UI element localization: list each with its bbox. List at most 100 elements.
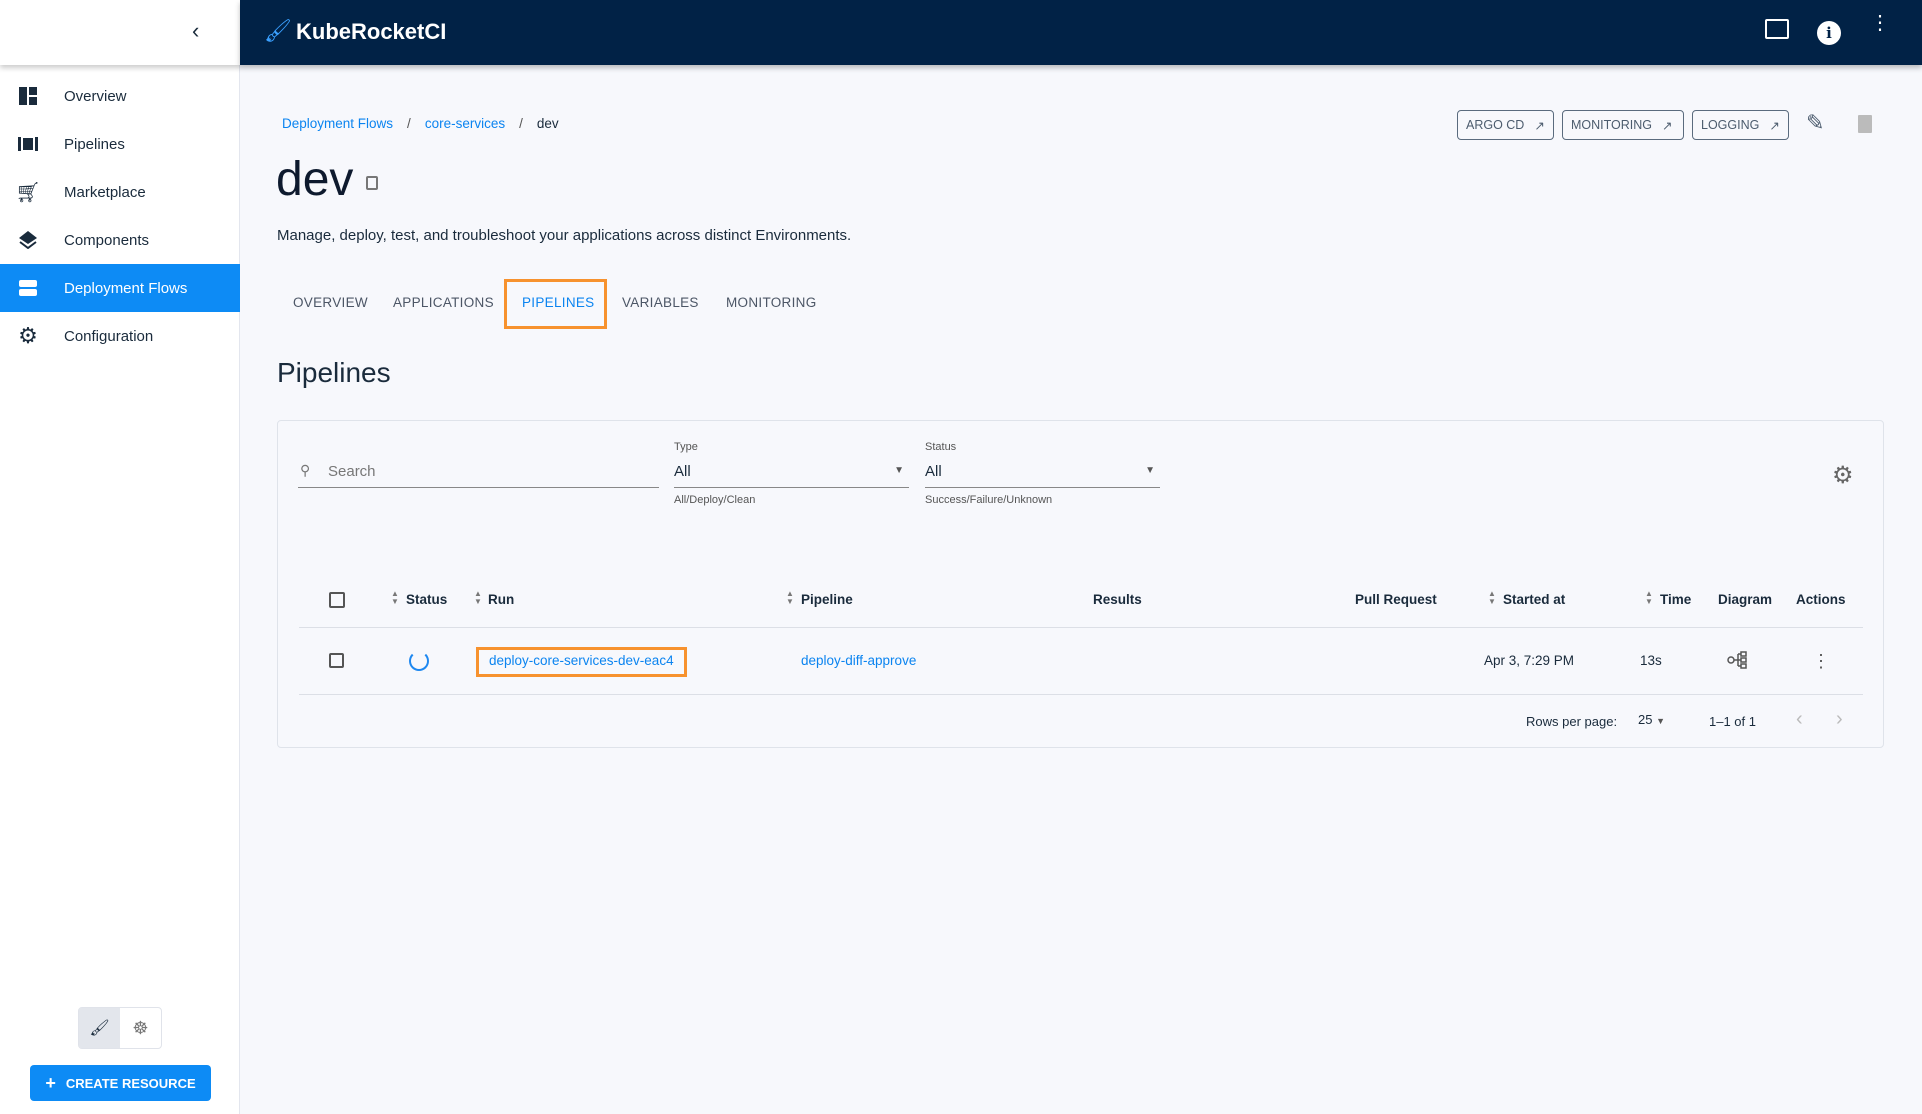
argo-cd-button[interactable]: ARGO CD ↗ [1457, 110, 1554, 140]
header-status[interactable]: Status [406, 592, 447, 607]
search-placeholder: Search [328, 463, 376, 480]
header-actions: Actions [1796, 592, 1846, 607]
rows-per-page-label: Rows per page: [1526, 714, 1618, 729]
info-icon[interactable]: i [1817, 21, 1841, 45]
separator: / [407, 116, 411, 131]
plus-icon: + [45, 1072, 56, 1093]
pagination-range: 1–1 of 1 [1709, 714, 1756, 729]
row-checkbox[interactable] [329, 653, 344, 668]
sidebar-header: ‹ [0, 0, 240, 65]
sidebar-item-overview[interactable]: Overview [0, 72, 240, 120]
gear-icon: ⚙ [18, 323, 38, 348]
kubernetes-icon[interactable]: ☸ [120, 1008, 161, 1048]
header-results: Results [1093, 592, 1142, 607]
label: ARGO CD [1466, 118, 1525, 132]
status-select[interactable]: All ▼ [925, 460, 1160, 488]
sort-icon[interactable]: ▲ ▼ [474, 590, 482, 606]
tab-applications[interactable]: APPLICATIONS [393, 295, 494, 310]
rows-per-page-value: 25 [1638, 712, 1653, 727]
type-select[interactable]: All ▼ [674, 460, 909, 488]
breadcrumb-deployment-flows[interactable]: Deployment Flows [282, 116, 393, 131]
rocket-icon[interactable]: 🖌︎ [79, 1008, 120, 1048]
sidebar-item-label: Marketplace [64, 183, 146, 201]
sidebar-item-label: Deployment Flows [64, 279, 188, 297]
monitoring-button[interactable]: MONITORING ↗ [1562, 110, 1684, 140]
separator: / [519, 116, 523, 131]
search-icon: ⚲ [300, 462, 311, 478]
tab-overview[interactable]: OVERVIEW [293, 295, 368, 310]
sidebar-item-marketplace[interactable]: 🛒︎ Marketplace [0, 168, 240, 216]
copy-icon[interactable] [366, 176, 378, 190]
diagram-icon[interactable] [1727, 650, 1749, 675]
sidebar-item-deployment-flows[interactable]: Deployment Flows [0, 264, 240, 312]
header-started-at[interactable]: Started at [1503, 592, 1565, 607]
next-page-icon[interactable]: › [1836, 708, 1843, 731]
sidebar-item-label: Configuration [64, 327, 154, 345]
tab-monitoring[interactable]: MONITORING [726, 295, 817, 310]
sort-icon[interactable]: ▲ ▼ [391, 590, 399, 606]
feedback-icon[interactable] [1765, 19, 1789, 39]
header-pull-request: Pull Request [1355, 592, 1437, 607]
pipeline-link[interactable]: deploy-diff-approve [801, 653, 916, 668]
edit-icon[interactable]: ✎ [1806, 110, 1824, 136]
status-value: All [925, 463, 942, 480]
external-link-icon: ↗ [1534, 118, 1545, 133]
dropdown-arrow-icon: ▼ [894, 465, 904, 476]
sidebar-item-label: Components [64, 231, 150, 249]
page-description: Manage, deploy, test, and troubleshoot y… [277, 227, 852, 244]
run-link[interactable]: deploy-core-services-dev-eac4 [489, 653, 674, 668]
table-settings-gear-icon[interactable]: ⚙ [1832, 461, 1854, 490]
label: LOGGING [1701, 118, 1760, 132]
sidebar-item-configuration[interactable]: ⚙ Configuration [0, 312, 240, 360]
select-all-checkbox[interactable] [329, 592, 345, 608]
create-resource-label: CREATE RESOURCE [65, 1075, 196, 1091]
breadcrumb-current: dev [536, 116, 559, 131]
type-label: Type [674, 441, 698, 453]
duration: 13s [1640, 653, 1662, 668]
tab-pipelines[interactable]: PIPELINES [522, 295, 594, 310]
type-helper: All/Deploy/Clean [674, 494, 756, 506]
dropdown-arrow-icon: ▼ [1145, 465, 1155, 476]
breadcrumb-core-services[interactable]: core-services [425, 116, 505, 131]
sort-icon[interactable]: ▲ ▼ [1645, 590, 1653, 606]
top-bar: 🖌︎ KubeRocketCI i ⋮ [240, 0, 1922, 65]
app-title[interactable]: KubeRocketCI [296, 19, 446, 45]
rocket-logo-icon: 🖌︎ [264, 18, 292, 43]
search-input[interactable]: ⚲ Search [298, 460, 659, 488]
page-title: dev [276, 153, 354, 206]
sidebar-item-label: Overview [64, 87, 127, 105]
theme-toggle: 🖌︎ ☸ [78, 1007, 162, 1049]
logging-button[interactable]: LOGGING ↗ [1692, 110, 1789, 140]
sidebar-item-components[interactable]: Components [0, 216, 240, 264]
prev-page-icon[interactable]: ‹ [1796, 708, 1803, 731]
sort-icon[interactable]: ▲ ▼ [1488, 590, 1496, 606]
breadcrumb: Deployment Flows / core-services / dev [282, 116, 559, 131]
header-run[interactable]: Run [488, 592, 514, 607]
more-vert-icon[interactable]: ⋮ [1870, 13, 1890, 33]
divider [299, 694, 1863, 695]
type-value: All [674, 463, 691, 480]
status-label: Status [925, 441, 957, 453]
cart-icon: 🛒︎ [15, 181, 41, 204]
collapse-chevron-icon[interactable]: ‹ [192, 18, 199, 44]
dashboard-icon [0, 87, 64, 105]
external-link-icon: ↗ [1662, 118, 1673, 133]
in-progress-spinner-icon [409, 651, 429, 671]
header-pipeline[interactable]: Pipeline [801, 592, 853, 607]
row-actions-icon[interactable]: ⋮ [1812, 651, 1830, 672]
delete-icon[interactable] [1858, 115, 1872, 133]
tab-variables[interactable]: VARIABLES [622, 295, 699, 310]
flows-icon [0, 280, 64, 296]
header-diagram: Diagram [1718, 592, 1773, 607]
status-helper: Success/Failure/Unknown [925, 494, 1053, 506]
sort-icon[interactable]: ▲ ▼ [786, 590, 794, 606]
header-time[interactable]: Time [1660, 592, 1691, 607]
layers-icon [0, 231, 64, 249]
section-title: Pipelines [277, 357, 391, 388]
rows-per-page-select[interactable]: 25 ▼ [1638, 712, 1665, 727]
started-at: Apr 3, 7:29 PM [1484, 653, 1575, 668]
divider [299, 627, 1863, 628]
label: MONITORING [1571, 118, 1653, 132]
sidebar-item-pipelines[interactable]: Pipelines [0, 120, 240, 168]
create-resource-button[interactable]: + CREATE RESOURCE [30, 1065, 211, 1101]
